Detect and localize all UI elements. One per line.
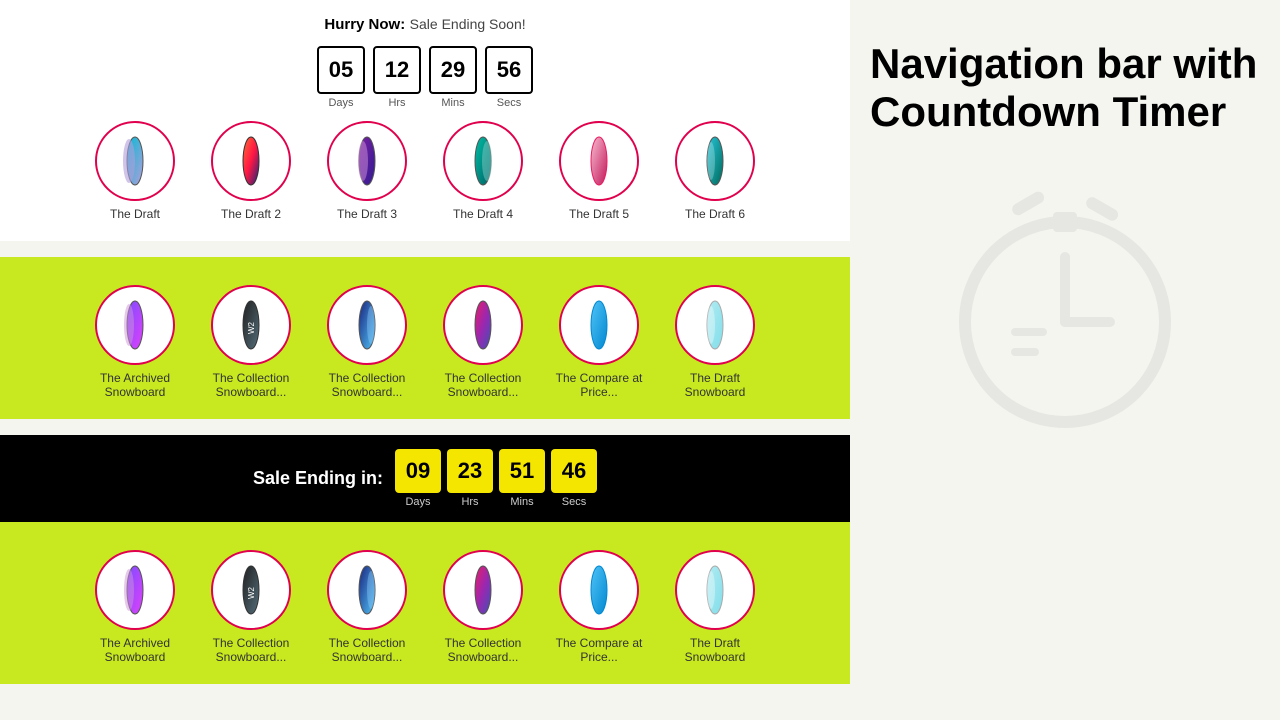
secs-label-3: Secs (562, 496, 586, 508)
secs-box: 56 Secs (485, 46, 533, 109)
list-item[interactable]: The Draft 6 (665, 121, 765, 221)
product-circle (675, 285, 755, 365)
list-item[interactable]: The Compare at Price... (549, 550, 649, 664)
product-name: The Draft 3 (337, 207, 397, 221)
list-item[interactable]: The Collection Snowboard... (433, 550, 533, 664)
product-circle (675, 550, 755, 630)
product-circle (95, 285, 175, 365)
list-item[interactable]: The Draft 5 (549, 121, 649, 221)
list-item[interactable]: The Archived Snowboard (85, 550, 185, 664)
list-item[interactable]: The Archived Snowboard (85, 285, 185, 399)
hrs-digit: 12 (373, 46, 421, 94)
product-circle (95, 550, 175, 630)
section-white: Hurry Now: Sale Ending Soon! 05 Days 12 … (0, 0, 850, 241)
product-circle (95, 121, 175, 201)
hrs-label: Hrs (388, 97, 405, 109)
secs-digit-3: 46 (551, 449, 597, 493)
mins-box: 29 Mins (429, 46, 477, 109)
product-name: The Draft Snowboard (665, 371, 765, 399)
hrs-label-3: Hrs (461, 496, 478, 508)
product-circle (443, 285, 523, 365)
section-black-yellow: Sale Ending in: 09 Days 23 Hrs 51 Mins 4… (0, 435, 850, 684)
list-item[interactable]: The Draft (85, 121, 185, 221)
list-item[interactable]: W2 The Collection Snowboard... (201, 285, 301, 399)
product-name: The Collection Snowboard... (317, 371, 417, 399)
list-item[interactable]: The Draft Snowboard (665, 285, 765, 399)
list-item[interactable]: The Draft 4 (433, 121, 533, 221)
product-circle: W2 (211, 550, 291, 630)
left-panel: Hurry Now: Sale Ending Soon! 05 Days 12 … (0, 0, 850, 720)
product-circle (443, 550, 523, 630)
svg-text:W2: W2 (247, 586, 256, 599)
product-name: The Archived Snowboard (85, 371, 185, 399)
hurry-text: Hurry Now: (324, 16, 405, 33)
product-name: The Compare at Price... (549, 636, 649, 664)
product-circle (559, 121, 639, 201)
list-item[interactable]: The Collection Snowboard... (433, 285, 533, 399)
product-name: The Compare at Price... (549, 371, 649, 399)
hrs-box-3: 23 Hrs (447, 449, 493, 508)
days-label-3: Days (405, 496, 430, 508)
list-item[interactable]: The Draft 3 (317, 121, 417, 221)
product-circle (559, 550, 639, 630)
mins-label: Mins (441, 97, 464, 109)
product-row-2: The Archived Snowboard W2 The Collection… (20, 285, 830, 399)
secs-digit: 56 (485, 46, 533, 94)
days-label: Days (328, 97, 353, 109)
product-circle (211, 121, 291, 201)
product-name: The Draft 6 (685, 207, 745, 221)
product-circle (443, 121, 523, 201)
list-item[interactable]: The Collection Snowboard... (317, 285, 417, 399)
product-name: The Draft 2 (221, 207, 281, 221)
days-box: 05 Days (317, 46, 365, 109)
product-circle (327, 121, 407, 201)
hrs-box: 12 Hrs (373, 46, 421, 109)
right-panel: Navigation bar with Countdown Timer (850, 0, 1280, 720)
mins-label-3: Mins (510, 496, 533, 508)
sale-ending-text: Sale Ending Soon! (410, 16, 526, 32)
product-row-1: The Draft The Draft 2 (20, 121, 830, 221)
days-digit-3: 09 (395, 449, 441, 493)
product-name: The Archived Snowboard (85, 636, 185, 664)
product-name: The Collection Snowboard... (201, 636, 301, 664)
product-name: The Draft 4 (453, 207, 513, 221)
page-title: Navigation bar with Countdown Timer (870, 40, 1260, 137)
product-circle (559, 285, 639, 365)
product-name: The Draft Snowboard (665, 636, 765, 664)
product-name: The Collection Snowboard... (433, 636, 533, 664)
section-yellow: The Archived Snowboard W2 The Collection… (0, 257, 850, 419)
list-item[interactable]: The Collection Snowboard... (317, 550, 417, 664)
product-row-3: The Archived Snowboard W2 The Collection… (20, 550, 830, 664)
mins-box-3: 51 Mins (499, 449, 545, 508)
black-header: Sale Ending in: 09 Days 23 Hrs 51 Mins 4… (0, 435, 850, 522)
sale-label: Sale Ending in: (253, 468, 383, 489)
secs-box-3: 46 Secs (551, 449, 597, 508)
product-circle (675, 121, 755, 201)
list-item[interactable]: The Draft Snowboard (665, 550, 765, 664)
product-name: The Collection Snowboard... (317, 636, 417, 664)
days-digit: 05 (317, 46, 365, 94)
product-name: The Collection Snowboard... (201, 371, 301, 399)
mins-digit-3: 51 (499, 449, 545, 493)
product-name: The Draft 5 (569, 207, 629, 221)
list-item[interactable]: The Compare at Price... (549, 285, 649, 399)
section-yellow-body: The Archived Snowboard W2 The Collection… (0, 522, 850, 684)
days-box-3: 09 Days (395, 449, 441, 508)
timer-row-3: 09 Days 23 Hrs 51 Mins 46 Secs (395, 449, 597, 508)
list-item[interactable]: W2 The Collection Snowboard... (201, 550, 301, 664)
list-item[interactable]: The Draft 2 (201, 121, 301, 221)
timer-row-1: 05 Days 12 Hrs 29 Mins 56 Secs (20, 46, 830, 109)
svg-text:W2: W2 (247, 321, 256, 334)
product-name: The Draft (110, 207, 160, 221)
product-circle (327, 550, 407, 630)
secs-label: Secs (497, 97, 521, 109)
hrs-digit-3: 23 (447, 449, 493, 493)
timer-icon (935, 177, 1195, 442)
mins-digit: 29 (429, 46, 477, 94)
countdown-header: Hurry Now: Sale Ending Soon! (20, 16, 830, 34)
product-circle (327, 285, 407, 365)
product-name: The Collection Snowboard... (433, 371, 533, 399)
product-circle: W2 (211, 285, 291, 365)
